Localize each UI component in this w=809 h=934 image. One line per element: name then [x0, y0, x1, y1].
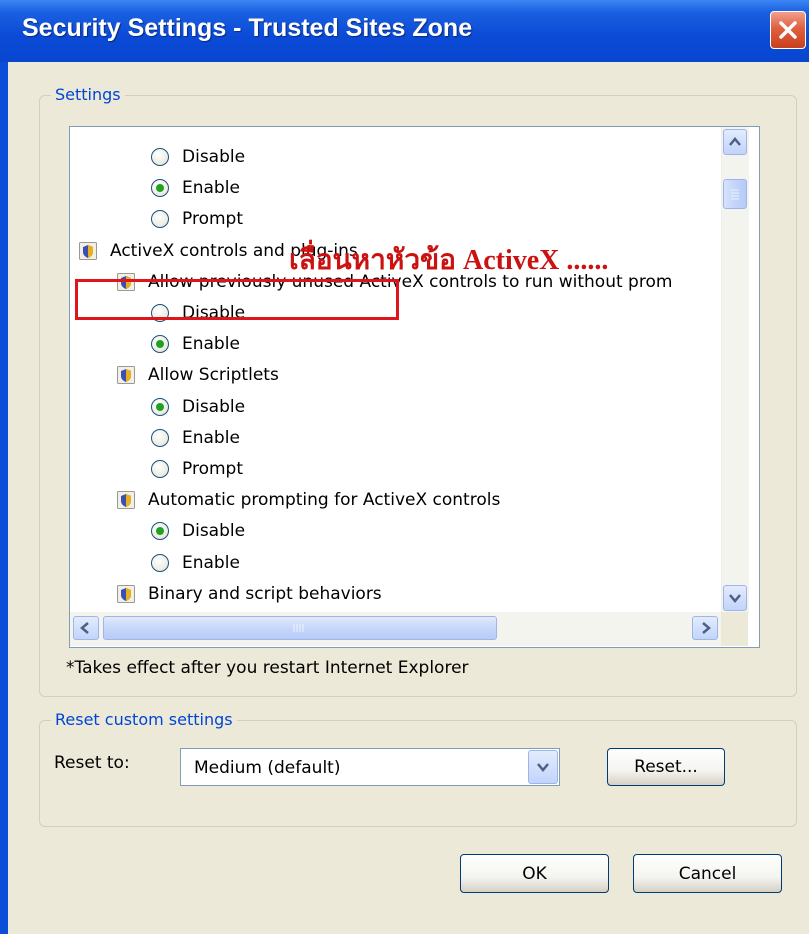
item-label: Enable [182, 427, 240, 448]
item-label: Disable [182, 147, 246, 167]
radio-button[interactable] [151, 460, 169, 478]
radio-option[interactable]: Disable [151, 516, 245, 546]
dropdown-button[interactable] [528, 750, 558, 784]
radio-option[interactable]: Prompt [151, 454, 243, 484]
item-label: Prompt [182, 459, 243, 479]
scroll-down-button[interactable] [723, 585, 747, 611]
chevron-down-icon [537, 763, 549, 772]
settings-item[interactable]: Allow Scriptlets [117, 360, 279, 390]
title-bar[interactable]: Security Settings - Trusted Sites Zone [0, 0, 809, 62]
annotation-text: เลื่อนหาหัวข้อ ActiveX ...... [289, 245, 609, 276]
scroll-corner [721, 612, 748, 646]
radio-button-checked[interactable] [151, 179, 169, 198]
close-icon [779, 21, 797, 39]
reset-level-value: Medium (default) [194, 758, 341, 778]
scroll-right-button[interactable] [692, 616, 718, 640]
radio-option[interactable]: Prompt [151, 204, 243, 234]
scroll-up-button[interactable] [723, 129, 747, 155]
chevron-right-icon [702, 622, 711, 634]
radio-option[interactable]: Enable [151, 423, 240, 453]
chevron-up-icon [729, 137, 741, 146]
radio-button[interactable] [151, 553, 169, 572]
item-label: Disable [182, 396, 246, 417]
radio-option[interactable]: Enable [151, 173, 240, 203]
radio-option[interactable]: Enable [151, 329, 240, 359]
item-label: Automatic prompting for ActiveX controls [148, 490, 501, 511]
shield-icon [117, 491, 135, 510]
grip-icon [293, 624, 304, 632]
radio-button[interactable] [151, 148, 169, 166]
chevron-left-icon [80, 622, 89, 634]
close-button[interactable] [770, 11, 806, 49]
window-title: Security Settings - Trusted Sites Zone [22, 14, 473, 42]
radio-button[interactable] [151, 210, 169, 229]
settings-legend: Settings [51, 85, 125, 104]
radio-button-checked[interactable] [151, 522, 169, 541]
shield-icon [117, 584, 135, 603]
settings-item[interactable]: Binary and script behaviors [117, 579, 382, 609]
annotation-highlight-box [75, 279, 399, 320]
reset-level-dropdown[interactable]: Medium (default) [180, 748, 560, 786]
radio-option[interactable]: Enable [151, 548, 240, 578]
radio-button-checked[interactable] [151, 397, 169, 416]
item-label: Prompt [182, 209, 243, 230]
scroll-left-button[interactable] [73, 616, 99, 640]
vertical-scrollbar[interactable] [721, 127, 749, 613]
radio-button[interactable] [151, 428, 169, 447]
item-label: Enable [182, 552, 240, 573]
radio-option[interactable]: Disable [151, 392, 245, 422]
reset-button[interactable]: Reset... [607, 748, 725, 786]
ok-button[interactable]: OK [460, 854, 609, 893]
settings-tree-list[interactable]: Disable Enable Prompt ActiveX controls and … [69, 126, 760, 648]
item-label: Enable [182, 334, 240, 355]
cancel-button[interactable]: Cancel [633, 854, 782, 893]
settings-item[interactable]: Automatic prompting for ActiveX controls [117, 485, 500, 515]
chevron-down-icon [729, 594, 741, 603]
restart-note: *Takes effect after you restart Internet… [66, 658, 469, 678]
reset-legend: Reset custom settings [51, 710, 237, 729]
dialog-window: Security Settings - Trusted Sites Zone S… [0, 0, 809, 934]
horizontal-scrollbar[interactable] [70, 612, 721, 646]
shield-icon [79, 241, 97, 260]
grip-icon [731, 189, 739, 200]
reset-to-label: Reset to: [54, 753, 130, 773]
vertical-scroll-thumb[interactable] [723, 179, 747, 209]
item-label: Allow Scriptlets [148, 365, 279, 386]
item-label: Enable [182, 178, 240, 199]
item-label: Binary and script behaviors [148, 583, 382, 604]
radio-option[interactable]: Disable [151, 142, 245, 172]
radio-button-checked[interactable] [151, 335, 169, 354]
item-label: Disable [182, 521, 246, 542]
horizontal-scroll-thumb[interactable] [103, 616, 497, 640]
shield-icon [117, 366, 135, 385]
dialog-body: Settings Disable Enable Prompt ActiveX cont… [8, 62, 809, 934]
